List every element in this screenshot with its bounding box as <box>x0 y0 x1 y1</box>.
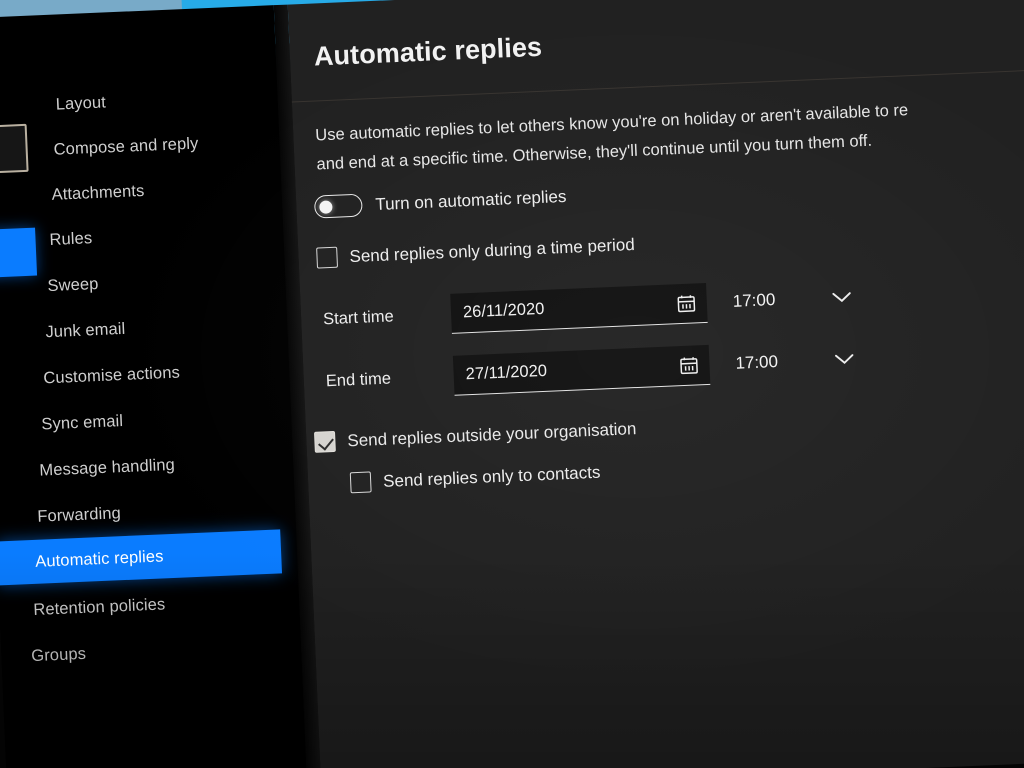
chevron-down-icon[interactable] <box>833 352 856 367</box>
only-contacts-checkbox-row[interactable]: Send replies only to contacts <box>350 462 601 494</box>
toggle-knob <box>319 200 333 214</box>
automatic-replies-toggle[interactable] <box>314 194 363 219</box>
end-date-field[interactable]: 27/11/2020 <box>453 345 710 396</box>
time-period-label: Send replies only during a time period <box>349 234 635 266</box>
sidebar-item-label: Rules <box>49 229 92 250</box>
end-time-row: End time 27/11/2020 17:00 <box>325 339 856 402</box>
start-date-field[interactable]: 26/11/2020 <box>450 283 707 334</box>
sidebar-item-sync-email[interactable]: Sync email <box>40 399 124 446</box>
sidebar-item-label: Sweep <box>47 274 99 295</box>
sidebar-item-layout[interactable]: Layout <box>55 80 107 126</box>
start-time-caption: Start time <box>323 304 452 328</box>
time-period-checkbox-row[interactable]: Send replies only during a time period <box>316 234 635 269</box>
sidebar-item-rules[interactable]: Rules <box>49 216 94 262</box>
sidebar-item-label: Sync email <box>41 412 123 434</box>
end-time-value[interactable]: 17:00 <box>735 351 812 374</box>
screen-photograph: Layout Compose and reply Attachments Rul… <box>0 0 1024 768</box>
toggle-label: Turn on automatic replies <box>375 186 567 214</box>
time-period-checkbox[interactable] <box>316 247 338 269</box>
outside-organisation-label: Send replies outside your organisation <box>347 419 637 451</box>
sidebar-item-label: Customise actions <box>43 363 180 388</box>
calendar-icon[interactable] <box>675 292 697 314</box>
sidebar-item-label: Retention policies <box>33 595 166 620</box>
left-panel-outline-box[interactable] <box>0 124 29 175</box>
sidebar-item-label: Compose and reply <box>53 134 198 159</box>
settings-sidebar: Layout Compose and reply Attachments Rul… <box>0 5 307 768</box>
sidebar-item-sweep[interactable]: Sweep <box>47 262 100 308</box>
sidebar-item-message-handling[interactable]: Message handling <box>38 443 175 493</box>
page-title: Automatic replies <box>313 32 542 73</box>
start-date-value: 26/11/2020 <box>463 294 677 322</box>
turn-on-automatic-replies-row[interactable]: Turn on automatic replies <box>314 185 567 219</box>
start-time-row: Start time 26/11/2020 17:00 <box>322 277 853 340</box>
only-contacts-label: Send replies only to contacts <box>383 462 601 491</box>
sidebar-item-compose-and-reply[interactable]: Compose and reply <box>53 122 200 172</box>
sidebar-item-label: Junk email <box>45 319 126 341</box>
sidebar-item-label: Message handling <box>39 455 175 480</box>
sidebar-item-label: Groups <box>31 644 86 665</box>
end-time-caption: End time <box>325 366 454 390</box>
sidebar-item-forwarding[interactable]: Forwarding <box>36 491 121 539</box>
panel-description: Use automatic replies to let others know… <box>315 87 1024 179</box>
chevron-down-icon[interactable] <box>830 290 853 305</box>
automatic-replies-panel: Automatic replies Use automatic replies … <box>288 0 1024 768</box>
sidebar-item-label: Attachments <box>51 181 145 204</box>
only-contacts-checkbox[interactable] <box>350 471 372 493</box>
sidebar-item-attachments[interactable]: Attachments <box>51 169 146 217</box>
sidebar-item-groups[interactable]: Groups <box>30 632 87 678</box>
outside-organisation-checkbox[interactable] <box>314 431 336 453</box>
sidebar-item-retention-policies[interactable]: Retention policies <box>32 582 166 632</box>
sidebar-item-label: Automatic replies <box>35 547 164 571</box>
sidebar-item-label: Layout <box>55 93 106 114</box>
sidebar-item-label: Forwarding <box>37 504 121 527</box>
end-date-value: 27/11/2020 <box>465 356 679 384</box>
calendar-icon[interactable] <box>678 354 700 376</box>
sidebar-item-junk-email[interactable]: Junk email <box>45 307 127 354</box>
settings-window: Layout Compose and reply Attachments Rul… <box>0 0 1024 768</box>
start-time-value[interactable]: 17:00 <box>732 289 809 312</box>
left-panel-selected-chip[interactable] <box>0 228 37 279</box>
outside-organisation-checkbox-row[interactable]: Send replies outside your organisation <box>314 418 637 453</box>
sidebar-item-customise-actions[interactable]: Customise actions <box>43 351 181 401</box>
